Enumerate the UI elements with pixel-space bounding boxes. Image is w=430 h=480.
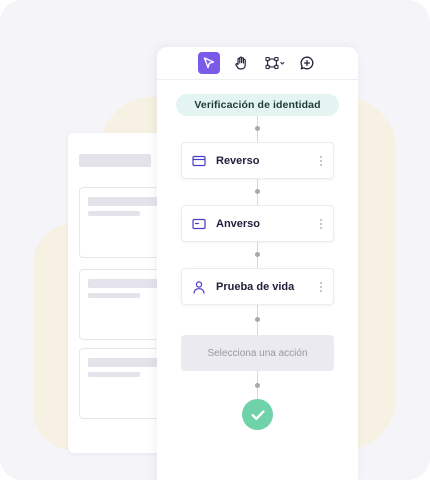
more-options-icon[interactable] [318, 217, 324, 231]
more-options-icon[interactable] [318, 154, 324, 168]
pan-tool-button[interactable] [230, 52, 252, 74]
step-label: Prueba de vida [216, 280, 295, 293]
flow-end-node [242, 399, 273, 430]
canvas-background: Verificación de identidad Reverso Anvers… [0, 0, 430, 480]
select-tool-button[interactable] [198, 52, 220, 74]
node-connect-icon [265, 56, 285, 70]
connector-dot [255, 383, 260, 388]
text-placeholder [88, 211, 140, 216]
user-icon [193, 281, 205, 294]
cursor-icon [203, 57, 215, 69]
flow-start-node[interactable]: Verificación de identidad [176, 94, 339, 116]
step-label: Anverso [216, 217, 261, 230]
step-label: Reverso [216, 154, 260, 167]
card-icon [192, 155, 206, 167]
text-placeholder [88, 197, 168, 206]
connect-tool-button[interactable] [262, 52, 288, 74]
add-comment-icon [300, 56, 314, 70]
flow-step-prueba-de-vida[interactable]: Prueba de vida [181, 268, 334, 305]
more-options-icon[interactable] [318, 280, 324, 294]
comment-tool-button[interactable] [296, 52, 318, 74]
flow-builder-panel: Verificación de identidad Reverso Anvers… [157, 47, 358, 480]
text-placeholder [88, 358, 168, 367]
text-placeholder [88, 293, 140, 298]
document-title-placeholder [79, 154, 151, 167]
connector-dot [255, 126, 260, 131]
check-icon [251, 409, 264, 420]
flow-step-reverso[interactable]: Reverso [181, 142, 334, 179]
flow-toolbar [157, 47, 358, 80]
select-action-button[interactable]: Selecciona una acción [181, 335, 334, 371]
hand-icon [235, 56, 246, 70]
flow-step-anverso[interactable]: Anverso [181, 205, 334, 242]
connector-dot [255, 252, 260, 257]
connector-dot [255, 317, 260, 322]
id-card-icon [192, 218, 206, 230]
text-placeholder [88, 372, 140, 377]
connector-dot [255, 189, 260, 194]
text-placeholder [88, 279, 168, 288]
